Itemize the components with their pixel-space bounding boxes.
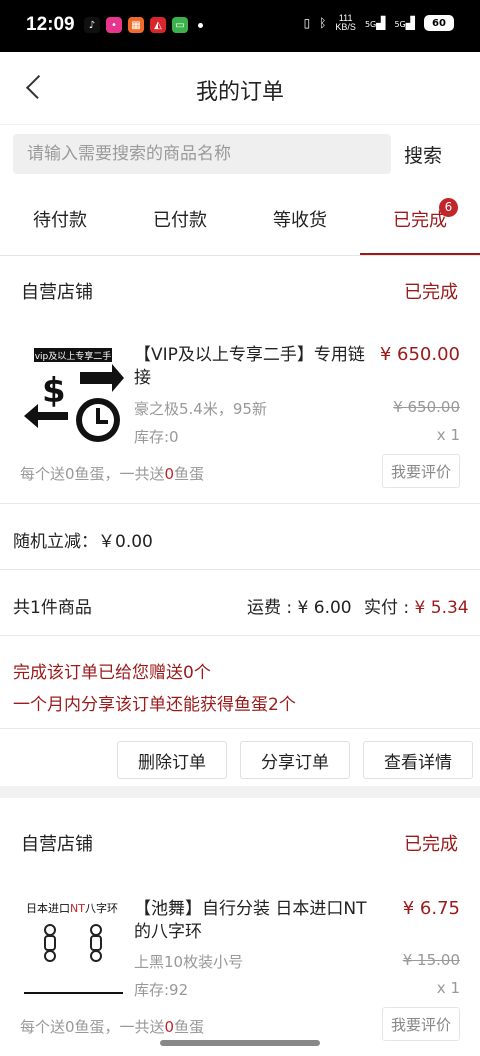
product-spec: 豪之极5.4米，95新: [134, 400, 267, 418]
svg-text:$: $: [42, 371, 66, 411]
tab-label: 等收货: [273, 210, 327, 231]
gift-prefix: 每个送0鱼蛋，一共送: [20, 465, 165, 483]
vibrate-icon: ▯: [303, 16, 311, 30]
divider: [0, 503, 480, 504]
product-name[interactable]: 【VIP及以上专享二手】专用链接: [134, 344, 374, 390]
battery-icon: 60: [424, 15, 454, 31]
net-speed-unit: KB/S: [335, 22, 356, 32]
signal-icon-2: 5G▟: [394, 16, 415, 30]
order-card: 自营店铺 已完成 日本进口NT八字环 【池舞】自行分装 日本进口NT的八字环 ¥…: [0, 798, 480, 1056]
search-bar: 搜索: [0, 124, 480, 186]
status-app-icons: ♪ • ▦ ◭ ▭: [84, 17, 203, 33]
shopping-app-icon: ▦: [128, 17, 144, 33]
paid-amount: 实付 : ¥ 5.34: [364, 593, 469, 618]
thumb-text-b: NT: [70, 902, 85, 915]
tab-label: 待付款: [33, 210, 87, 231]
divider: [0, 635, 480, 636]
money-time-icon: vip及以上专享二手 $: [20, 340, 127, 447]
store-app-icon: ◭: [150, 17, 166, 33]
thumb-text-c: 八字环: [85, 901, 118, 915]
shop-name: 自营店铺: [21, 834, 93, 855]
item-count: 共1件商品: [13, 598, 92, 618]
order-card: 自营店铺 已完成 vip及以上专享二手 $ 【VIP及以上专享二手】专用链接 ¥…: [0, 256, 480, 786]
shipping-fee: 运费 : ¥ 6.00: [247, 598, 352, 618]
status-time: 12:09: [26, 14, 75, 35]
card-gap: [0, 786, 480, 798]
app-header: 我的订单: [0, 52, 480, 124]
order-tabs: 待付款 已付款 等收货 已完成 6: [0, 186, 480, 256]
product-thumbnail[interactable]: vip及以上专享二手 $: [20, 340, 127, 447]
discount-value: ￥0.00: [98, 532, 153, 552]
message-app-icon: ▭: [172, 17, 188, 33]
share-order-button[interactable]: 分享订单: [240, 741, 350, 779]
tab-completed[interactable]: 已完成 6: [360, 186, 480, 255]
tab-count-badge: 6: [439, 198, 458, 217]
thumb-text-a: 日本进口: [26, 901, 70, 915]
discount-row: 随机立减：￥0.00: [13, 527, 153, 552]
view-details-button[interactable]: 查看详情: [363, 741, 473, 779]
net-speed: 111 KB/S: [335, 14, 356, 32]
signal-icon-1: 5G▟: [364, 16, 386, 30]
gift-info: 每个送0鱼蛋，一共送0鱼蛋: [20, 1016, 204, 1037]
svg-text:日本进口NT八字环: 日本进口NT八字环: [26, 901, 118, 915]
gift-info: 每个送0鱼蛋，一共送0鱼蛋: [20, 463, 204, 484]
paid-value: ¥ 5.34: [414, 598, 469, 618]
original-price: ¥ 650.00: [393, 398, 460, 416]
shop-name: 自营店铺: [21, 282, 93, 303]
divider: [0, 728, 480, 729]
gift-prefix: 每个送0鱼蛋，一共送: [20, 1018, 165, 1036]
tab-pending-payment[interactable]: 待付款: [0, 186, 120, 255]
divider: [0, 569, 480, 570]
discount-label: 随机立减：: [13, 532, 98, 552]
product-stock: 库存:0: [134, 428, 179, 446]
product-spec: 上黑10枚装小号: [134, 953, 244, 971]
search-input[interactable]: [13, 134, 391, 174]
paid-label: 实付 :: [364, 598, 415, 618]
swivel-product-icon: 日本进口NT八字环: [20, 894, 127, 1001]
bluetooth-icon: ᛒ: [319, 16, 327, 30]
product-quantity: x 1: [436, 426, 460, 444]
tab-awaiting-delivery[interactable]: 等收货: [240, 186, 360, 255]
tiktok-icon: ♪: [84, 17, 100, 33]
product-price: ¥ 650.00: [379, 344, 460, 365]
gift-count: 0: [164, 465, 175, 483]
gift-count: 0: [164, 1018, 175, 1036]
promo-line-1: 完成该订单已给您赠送0个: [13, 663, 211, 683]
rate-button[interactable]: 我要评价: [382, 454, 460, 488]
search-button[interactable]: 搜索: [404, 141, 442, 168]
order-status: 已完成: [404, 282, 458, 303]
product-price: ¥ 6.75: [402, 898, 460, 919]
rate-button[interactable]: 我要评价: [382, 1007, 460, 1041]
page-title: 我的订单: [195, 80, 284, 105]
app-notification-icon: •: [106, 17, 122, 33]
product-stock: 库存:92: [134, 981, 189, 999]
original-price: ¥ 15.00: [402, 951, 460, 969]
status-bar: 12:09 ♪ • ▦ ◭ ▭ ▯ ᛒ 111 KB/S 5G▟ 5G▟ 60: [0, 0, 480, 52]
thumb-caption: vip及以上专享二手: [35, 350, 112, 362]
tab-label: 已付款: [153, 210, 207, 231]
delete-order-button[interactable]: 删除订单: [117, 741, 227, 779]
promo-line-2: 一个月内分享该订单还能获得鱼蛋2个: [13, 695, 296, 715]
product-name[interactable]: 【池舞】自行分装 日本进口NT的八字环: [134, 898, 374, 944]
more-notifications-icon: [198, 22, 203, 28]
tab-label: 已完成: [393, 210, 447, 231]
tab-paid[interactable]: 已付款: [120, 186, 240, 255]
status-indicators: ▯ ᛒ 111 KB/S 5G▟ 5G▟ 60: [304, 14, 454, 32]
sig2-label: 5G: [394, 20, 406, 29]
product-thumbnail[interactable]: 日本进口NT八字环: [20, 894, 127, 1001]
home-indicator[interactable]: [160, 1040, 320, 1046]
product-quantity: x 1: [436, 979, 460, 997]
order-status: 已完成: [404, 834, 458, 855]
gift-suffix: 鱼蛋: [174, 1018, 205, 1036]
gift-suffix: 鱼蛋: [174, 465, 205, 483]
sig1-label: 5G: [364, 20, 377, 29]
